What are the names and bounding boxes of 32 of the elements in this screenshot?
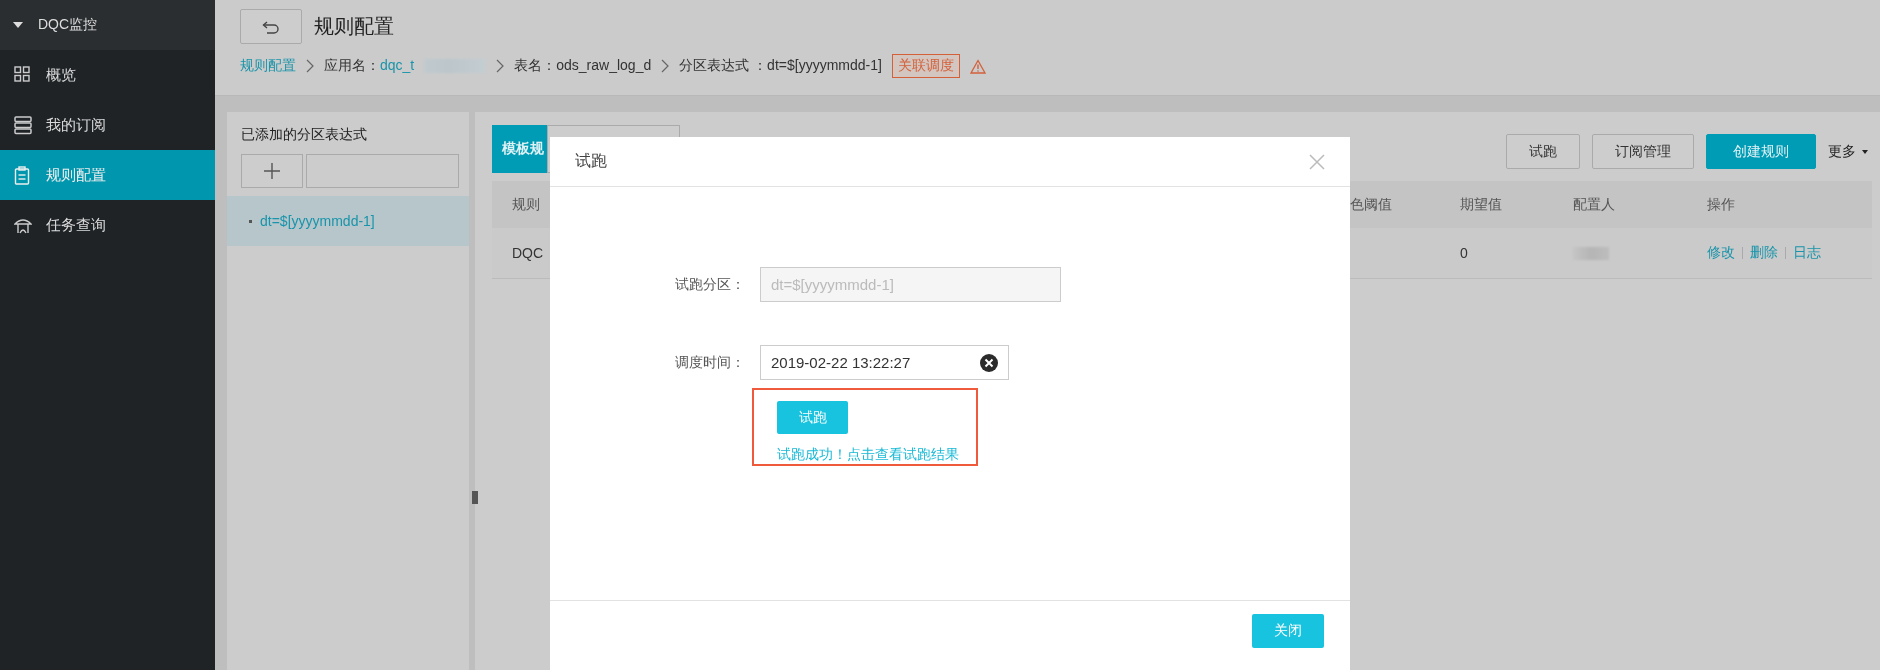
action-link[interactable]: 日志	[1793, 244, 1821, 262]
sidebar-item[interactable]: 规则配置	[0, 150, 215, 200]
breadcrumb-text: 分区表达式 ：dt=$[yyyymmdd-1]	[679, 57, 882, 75]
partition-item[interactable]: dt=$[yyyymmdd-1]	[227, 196, 469, 246]
column-header: 期望值	[1460, 195, 1502, 214]
page-title: 规则配置	[314, 14, 394, 39]
breadcrumb-text: 应用名：dqc_t	[324, 57, 415, 75]
column-header: 配置人	[1573, 195, 1615, 214]
input-field[interactable]: 2019-02-22 13:22:27	[760, 345, 1009, 380]
dialog-title: 试跑	[575, 151, 607, 171]
panel-title: 已添加的分区表达式	[240, 125, 368, 144]
tab[interactable]: 模板规	[492, 125, 547, 173]
breadcrumb-text: 表名：ods_raw_log_d	[514, 57, 652, 75]
more-menu[interactable]: 更多	[1828, 142, 1868, 161]
column-header: 规则	[512, 195, 540, 214]
table-cell: 0	[1460, 245, 1468, 261]
column-header: 色阈值	[1350, 195, 1392, 214]
breadcrumb-link[interactable]: 规则配置	[240, 57, 296, 75]
status-badge: 关联调度	[891, 54, 960, 78]
run-button[interactable]: 试跑	[777, 401, 848, 434]
table-cell: DQC	[512, 245, 544, 261]
create-button[interactable]: 创建规则	[1706, 134, 1816, 169]
action-link[interactable]: 修改	[1707, 244, 1735, 262]
toolbar-button[interactable]: 试跑	[1506, 134, 1580, 169]
sidebar-group-header[interactable]: DQC监控	[0, 0, 215, 50]
action-link[interactable]: 删除	[1750, 244, 1778, 262]
toolbar-button[interactable]: 订阅管理	[1592, 134, 1694, 169]
result-link[interactable]: 试跑成功！点击查看试跑结果	[777, 446, 959, 464]
field-label: 试跑分区：	[674, 275, 746, 294]
close-button[interactable]: 关闭	[1252, 614, 1324, 648]
field-label: 调度时间：	[674, 353, 746, 372]
column-header: 操作	[1707, 195, 1735, 214]
